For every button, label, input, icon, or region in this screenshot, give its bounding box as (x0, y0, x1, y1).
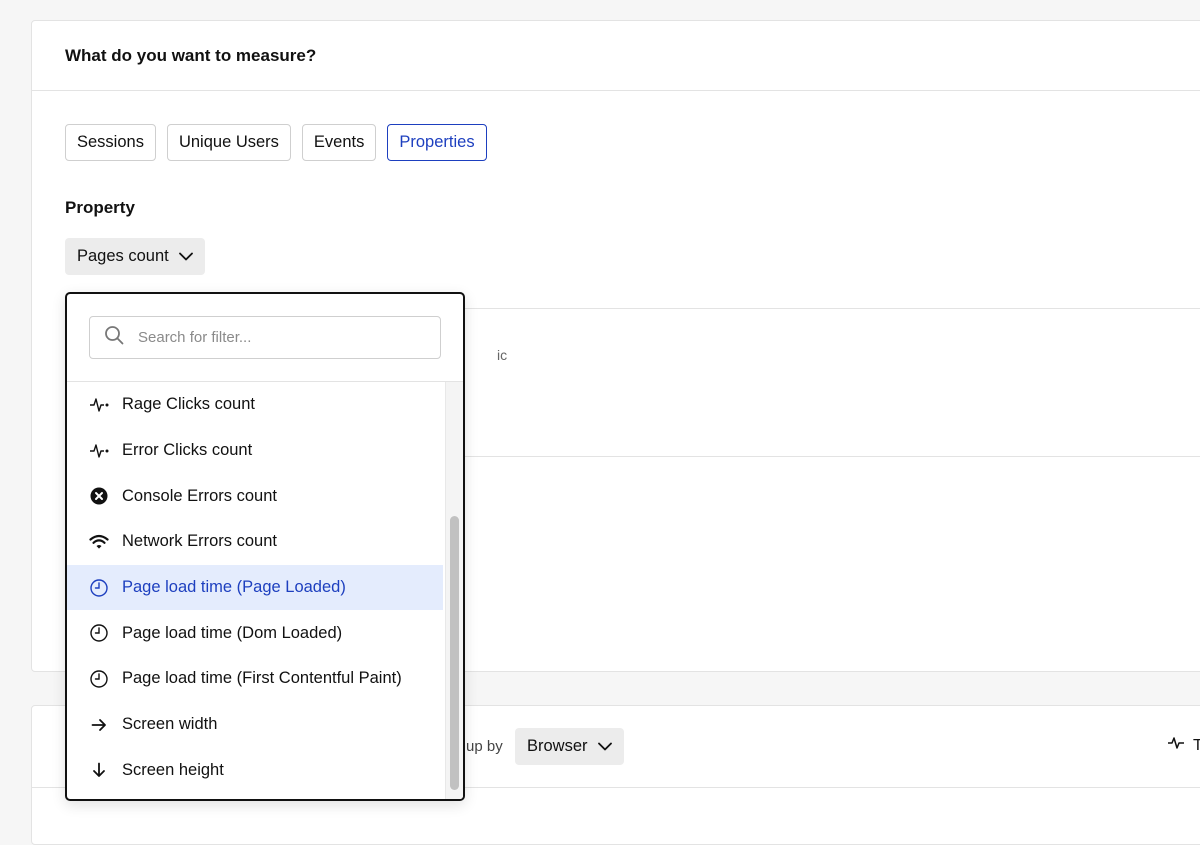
list-item-label: Screen height (122, 760, 224, 779)
property-select[interactable]: Pages count (65, 238, 205, 275)
list-item[interactable]: Screen width (67, 702, 443, 748)
measure-tabs: Sessions Unique Users Events Properties (65, 124, 487, 161)
property-dropdown: Rage Clicks count Error Clicks count Con… (65, 292, 465, 801)
list-item-label: Rage Clicks count (122, 395, 255, 414)
wifi-icon (89, 532, 109, 552)
scrollbar-thumb[interactable] (450, 516, 459, 790)
list-item-label: Page load time (Page Loaded) (122, 578, 346, 597)
list-item-label: Console Errors count (122, 486, 277, 505)
x-circle-icon (89, 486, 109, 506)
list-item[interactable]: Page load time (First Contentful Paint) (67, 656, 443, 702)
tab-sessions[interactable]: Sessions (65, 124, 156, 161)
groupby-select[interactable]: Browser (515, 728, 624, 765)
chart-type-button[interactable]: T (1167, 736, 1200, 755)
dropdown-scrollbar[interactable] (445, 382, 463, 799)
dropdown-list: Rage Clicks count Error Clicks count Con… (67, 382, 443, 793)
chevron-down-icon (597, 737, 612, 756)
clock-icon (89, 669, 109, 689)
tab-events[interactable]: Events (301, 124, 377, 161)
dropdown-search-area (67, 294, 463, 382)
groupby-select-value: Browser (527, 737, 588, 755)
list-item-label: Network Errors count (122, 532, 277, 551)
property-select-value: Pages count (77, 247, 169, 265)
list-item-label: Page load time (First Contentful Paint) (122, 669, 402, 688)
card-header: What do you want to measure? (32, 21, 1200, 91)
clock-icon (89, 623, 109, 643)
pulse-icon (89, 395, 109, 415)
arrow-right-icon (89, 715, 109, 735)
clipped-text: ic (497, 347, 508, 363)
pulse-icon (89, 441, 109, 461)
list-item[interactable]: Error Clicks count (67, 428, 443, 474)
list-item[interactable]: Console Errors count (67, 473, 443, 519)
search-input[interactable] (138, 329, 418, 346)
search-box[interactable] (89, 316, 441, 359)
tab-properties[interactable]: Properties (387, 124, 487, 161)
list-item[interactable]: Rage Clicks count (67, 382, 443, 428)
arrow-down-icon (89, 760, 109, 780)
section-divider (464, 308, 1200, 309)
clock-icon (89, 578, 109, 598)
list-item[interactable]: Screen height (67, 748, 443, 794)
list-item-selected[interactable]: Page load time (Page Loaded) (67, 564, 443, 611)
section-divider (464, 456, 1200, 457)
chart-type-label: T (1193, 736, 1200, 754)
groupby-label: up by (466, 738, 503, 755)
measure-title: What do you want to measure? (65, 45, 317, 65)
list-item[interactable]: Page load time (Dom Loaded) (67, 610, 443, 656)
list-item-label: Error Clicks count (122, 441, 253, 460)
pulse-icon (1167, 736, 1185, 755)
tab-unique-users[interactable]: Unique Users (166, 124, 291, 161)
chevron-down-icon (178, 247, 193, 266)
list-item[interactable]: Network Errors count (67, 519, 443, 565)
list-item-label: Screen width (122, 715, 218, 734)
property-label: Property (65, 198, 135, 217)
list-item-label: Page load time (Dom Loaded) (122, 623, 343, 642)
search-icon (90, 325, 124, 350)
